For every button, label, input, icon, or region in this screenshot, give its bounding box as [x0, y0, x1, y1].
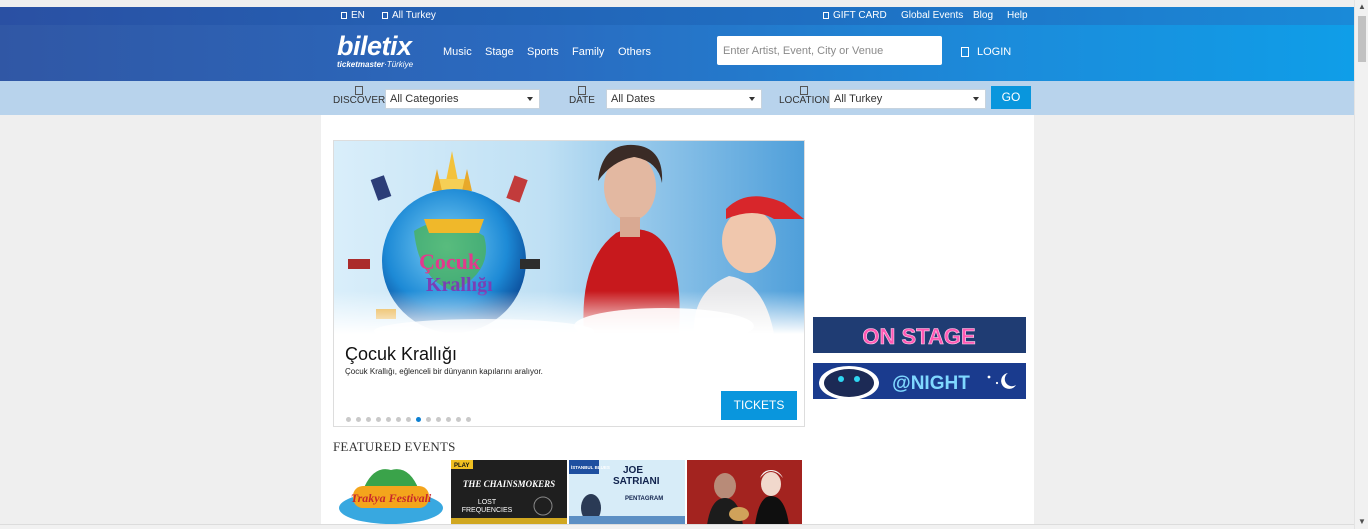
nav-family[interactable]: Family — [572, 46, 604, 58]
slider-dot[interactable] — [366, 417, 371, 422]
blog-link[interactable]: Blog — [973, 10, 993, 21]
slider-dot[interactable] — [416, 417, 421, 422]
gift-card-link[interactable]: GIFT CARD — [823, 10, 887, 21]
svg-text:@NIGHT: @NIGHT — [892, 373, 970, 394]
svg-text:FREQUENCIES: FREQUENCIES — [462, 507, 513, 514]
help-link[interactable]: Help — [1007, 10, 1028, 21]
nav-music[interactable]: Music — [443, 46, 472, 58]
go-button[interactable]: GO — [991, 86, 1031, 109]
svg-text:ON STAGE: ON STAGE — [862, 324, 975, 349]
slider-dot[interactable] — [376, 417, 381, 422]
date-label: DATE — [569, 86, 595, 106]
nav-sports[interactable]: Sports — [527, 46, 559, 58]
hero-slider: Çocuk Krallığı Çocuk Krallığı Çocuk Kral… — [333, 140, 805, 427]
on-stage-banner[interactable]: ON STAGE — [813, 317, 1026, 353]
calendar-icon — [577, 86, 586, 95]
global-events-link[interactable]: Global Events — [901, 10, 963, 21]
horizontal-scrollbar[interactable] — [0, 524, 1354, 529]
svg-text:PENTAGRAM: PENTAGRAM — [625, 496, 663, 502]
slider-dot[interactable] — [436, 417, 441, 422]
featured-event-card[interactable] — [687, 460, 802, 525]
main-header: biletix ticketmaster·Türkiye Music Stage… — [0, 25, 1354, 81]
svg-text:İSTANBUL BLUES: İSTANBUL BLUES — [571, 464, 610, 470]
region-selector[interactable]: All Turkey — [382, 10, 436, 21]
nav-others[interactable]: Others — [618, 46, 651, 58]
svg-text:Çocuk: Çocuk — [419, 249, 481, 274]
svg-text:SATRIANI: SATRIANI — [613, 476, 660, 487]
slider-dot[interactable] — [356, 417, 361, 422]
chevron-down-icon — [749, 97, 755, 101]
scrollbar-thumb[interactable] — [1358, 16, 1366, 62]
slider-pagination — [346, 409, 476, 427]
svg-text:THE CHAINSMOKERS: THE CHAINSMOKERS — [463, 479, 555, 489]
top-utility-bar: EN All Turkey GIFT CARD Global Events Bl… — [0, 7, 1354, 25]
category-select[interactable]: All Categories — [385, 89, 540, 109]
at-night-banner[interactable]: @NIGHT — [813, 363, 1026, 399]
nav-stage[interactable]: Stage — [485, 46, 514, 58]
slider-dot[interactable] — [426, 417, 431, 422]
slide-title[interactable]: Çocuk Krallığı — [345, 344, 457, 365]
slide-description: Çocuk Krallığı, eğlenceli bir dünyanın k… — [345, 367, 543, 376]
chevron-down-icon — [527, 97, 533, 101]
featured-event-card[interactable]: Trakya Festivali — [333, 460, 449, 525]
location-select[interactable]: All Turkey — [829, 89, 986, 109]
login-button[interactable]: LOGIN — [961, 46, 1011, 58]
globe-icon — [341, 12, 347, 19]
svg-text:PLAY: PLAY — [454, 463, 469, 469]
language-selector[interactable]: EN — [341, 10, 365, 21]
hero-image[interactable]: Çocuk Krallığı — [334, 141, 804, 334]
date-select[interactable]: All Dates — [606, 89, 762, 109]
location-pin-icon — [800, 86, 809, 95]
svg-text:JOE: JOE — [623, 465, 643, 476]
slider-dot[interactable] — [456, 417, 461, 422]
scroll-up-icon[interactable]: ▲ — [1355, 0, 1368, 14]
slider-dot[interactable] — [346, 417, 351, 422]
featured-events-heading: FEATURED EVENTS — [333, 439, 456, 454]
featured-event-card[interactable]: PLAY THE CHAINSMOKERS LOST FREQUENCIES — [451, 460, 567, 525]
biletix-logo[interactable]: biletix ticketmaster·Türkiye — [337, 33, 413, 70]
slider-dot[interactable] — [446, 417, 451, 422]
tickets-button[interactable]: TICKETS — [721, 391, 797, 420]
filter-bar: DISCOVER All Categories DATE All Dates L… — [0, 81, 1354, 115]
search-icon — [355, 86, 364, 95]
featured-event-card[interactable]: İSTANBUL BLUES JOE SATRIANI PENTAGRAM — [569, 460, 685, 525]
slider-dot[interactable] — [466, 417, 471, 422]
search-input[interactable] — [717, 36, 942, 65]
discover-label: DISCOVER — [333, 86, 385, 106]
location-pin-icon — [382, 12, 388, 19]
gift-icon — [823, 12, 829, 19]
location-label: LOCATION — [779, 86, 829, 106]
user-icon — [961, 47, 969, 57]
slider-dot[interactable] — [386, 417, 391, 422]
vertical-scrollbar[interactable]: ▲ ▼ — [1354, 0, 1368, 529]
svg-text:Trakya Festivali: Trakya Festivali — [351, 491, 432, 505]
slider-dot[interactable] — [396, 417, 401, 422]
svg-text:LOST: LOST — [478, 499, 497, 506]
chevron-down-icon — [973, 97, 979, 101]
slider-dot[interactable] — [406, 417, 411, 422]
scroll-down-icon[interactable]: ▼ — [1355, 515, 1368, 529]
